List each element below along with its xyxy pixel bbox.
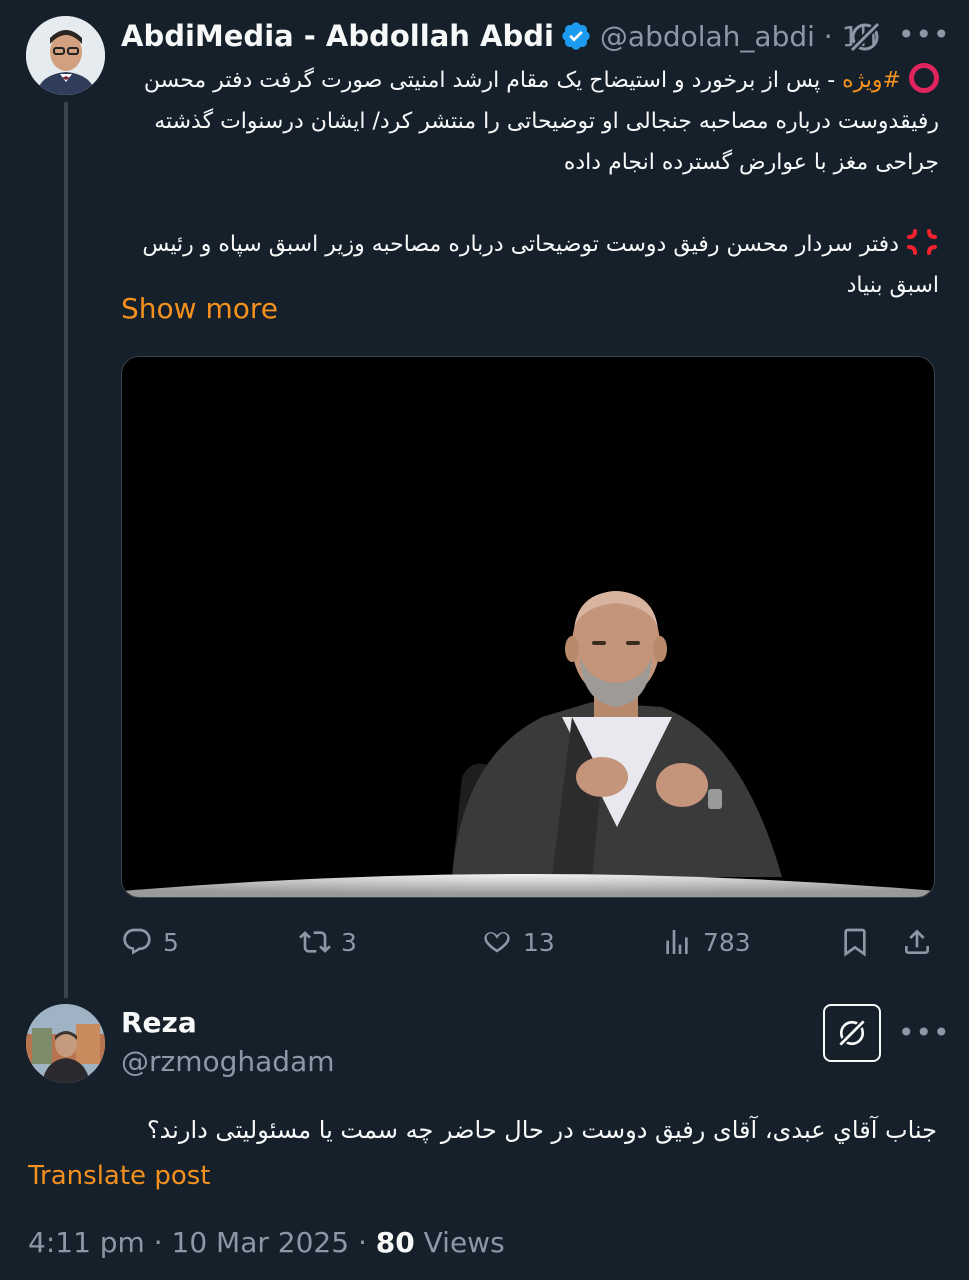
grok-button[interactable] <box>823 1004 881 1062</box>
tweet-paragraph-1-text: - پس از برخورد و استیضاح یک مقام ارشد ام… <box>143 68 939 175</box>
reply-timestamp-views: 4:11 pm · 10 Mar 2025 · 80 Views <box>28 1226 505 1259</box>
reply-icon <box>123 928 151 955</box>
reply-text: جناب آقاي عبدی، آقای رفیق دوست در حال حا… <box>146 1116 937 1144</box>
repost-button[interactable]: 3 <box>299 918 357 966</box>
show-more-link[interactable]: Show more <box>121 292 278 325</box>
repost-count: 3 <box>341 927 357 957</box>
share-button[interactable] <box>901 918 933 966</box>
like-count: 13 <box>523 927 555 957</box>
anger-emoji-icon <box>905 227 939 257</box>
author-handle-time[interactable]: @abdolah_abdi · 1h <box>600 20 877 53</box>
share-icon <box>905 929 929 954</box>
more-options-icon[interactable]: ••• <box>898 20 950 52</box>
tweet-thread-page: AbdiMedia - Abdollah Abdi @abdolah_abdi … <box>0 0 969 1280</box>
views-button[interactable]: 783 <box>661 918 751 966</box>
grok-icon <box>837 1018 867 1048</box>
author-display-name[interactable]: AbdiMedia - Abdollah Abdi <box>121 19 554 53</box>
repost-icon <box>299 931 331 953</box>
like-button[interactable]: 13 <box>481 918 555 966</box>
reply-count: 5 <box>163 927 179 957</box>
view-count: 783 <box>703 927 751 957</box>
author-avatar[interactable] <box>26 16 105 95</box>
translate-post-link[interactable]: Translate post <box>28 1161 210 1191</box>
bookmark-button[interactable] <box>839 918 871 966</box>
analytics-icon <box>666 930 688 954</box>
tweet-header: AbdiMedia - Abdollah Abdi @abdolah_abdi … <box>121 14 877 58</box>
reply-button[interactable]: 5 <box>121 918 179 966</box>
hashtag-link[interactable]: #ویژه <box>842 68 901 93</box>
reply-author-avatar[interactable] <box>26 1004 105 1083</box>
heart-icon <box>484 932 510 953</box>
tweet-text: #ویژه - پس از برخورد و استیضاح یک مقام ا… <box>121 60 939 306</box>
bookmark-icon <box>844 928 866 957</box>
reply-author-handle[interactable]: @rzmoghadam <box>121 1045 335 1078</box>
tweet-paragraph-1: #ویژه - پس از برخورد و استیضاح یک مقام ا… <box>121 60 939 183</box>
reply-more-options-icon[interactable]: ••• <box>898 1018 950 1050</box>
reply-author-display-name[interactable]: Reza <box>121 1006 197 1039</box>
reply-time-date[interactable]: 4:11 pm · 10 Mar 2025 · <box>28 1226 376 1259</box>
tweet-paragraph-2-text: دفتر سردار محسن رفیق دوست توضیحاتی دربار… <box>142 232 939 298</box>
verified-badge-icon <box>560 20 592 52</box>
tweet-action-bar: 5 3 13 783 <box>121 918 939 966</box>
thread-line <box>64 102 68 998</box>
grok-icon[interactable] <box>846 18 884 56</box>
tweet-media-image[interactable] <box>121 356 935 898</box>
reply-views-count: 80 <box>375 1226 415 1259</box>
reply-views-label: Views <box>414 1226 505 1259</box>
red-circle-emoji-icon <box>909 63 939 93</box>
